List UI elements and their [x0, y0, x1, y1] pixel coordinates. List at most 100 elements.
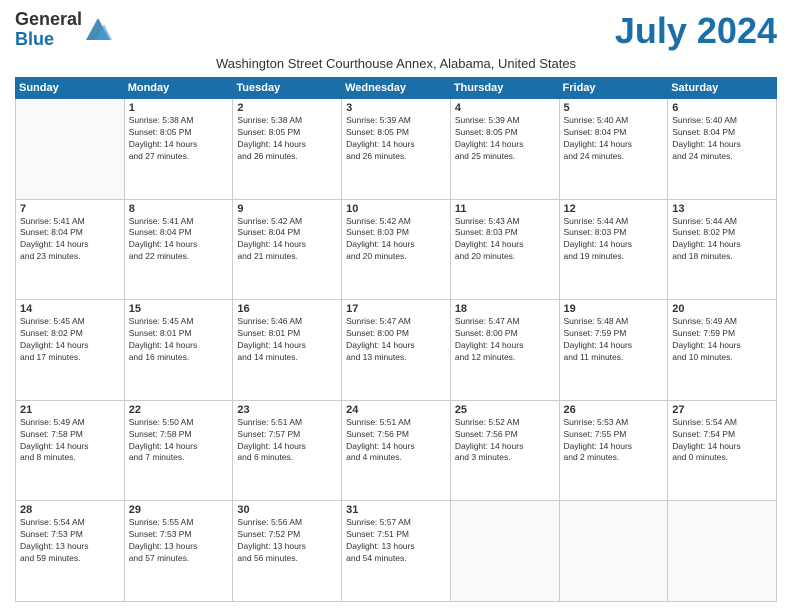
- day-info: Sunrise: 5:50 AM Sunset: 7:58 PM Dayligh…: [129, 417, 229, 465]
- day-info: Sunrise: 5:47 AM Sunset: 8:00 PM Dayligh…: [455, 316, 555, 364]
- table-row: 30Sunrise: 5:56 AM Sunset: 7:52 PM Dayli…: [233, 501, 342, 602]
- day-info: Sunrise: 5:44 AM Sunset: 8:02 PM Dayligh…: [672, 216, 772, 264]
- table-row: 27Sunrise: 5:54 AM Sunset: 7:54 PM Dayli…: [668, 400, 777, 501]
- calendar-table: Sunday Monday Tuesday Wednesday Thursday…: [15, 77, 777, 602]
- table-row: 19Sunrise: 5:48 AM Sunset: 7:59 PM Dayli…: [559, 300, 668, 401]
- day-info: Sunrise: 5:45 AM Sunset: 8:02 PM Dayligh…: [20, 316, 120, 364]
- day-number: 7: [20, 203, 120, 215]
- day-number: 10: [346, 203, 446, 215]
- table-row: 4Sunrise: 5:39 AM Sunset: 8:05 PM Daylig…: [450, 99, 559, 200]
- day-number: 9: [237, 203, 337, 215]
- table-row: 24Sunrise: 5:51 AM Sunset: 7:56 PM Dayli…: [342, 400, 451, 501]
- day-number: 23: [237, 404, 337, 416]
- table-row: [450, 501, 559, 602]
- day-info: Sunrise: 5:51 AM Sunset: 7:57 PM Dayligh…: [237, 417, 337, 465]
- table-row: 15Sunrise: 5:45 AM Sunset: 8:01 PM Dayli…: [124, 300, 233, 401]
- day-number: 3: [346, 102, 446, 114]
- table-row: 23Sunrise: 5:51 AM Sunset: 7:57 PM Dayli…: [233, 400, 342, 501]
- table-row: 31Sunrise: 5:57 AM Sunset: 7:51 PM Dayli…: [342, 501, 451, 602]
- day-number: 22: [129, 404, 229, 416]
- col-wednesday: Wednesday: [342, 78, 451, 99]
- table-row: 17Sunrise: 5:47 AM Sunset: 8:00 PM Dayli…: [342, 300, 451, 401]
- table-row: 5Sunrise: 5:40 AM Sunset: 8:04 PM Daylig…: [559, 99, 668, 200]
- day-info: Sunrise: 5:49 AM Sunset: 7:58 PM Dayligh…: [20, 417, 120, 465]
- table-row: 8Sunrise: 5:41 AM Sunset: 8:04 PM Daylig…: [124, 199, 233, 300]
- day-info: Sunrise: 5:49 AM Sunset: 7:59 PM Dayligh…: [672, 316, 772, 364]
- day-info: Sunrise: 5:39 AM Sunset: 8:05 PM Dayligh…: [455, 115, 555, 163]
- day-number: 13: [672, 203, 772, 215]
- logo: General Blue: [15, 10, 112, 50]
- table-row: 28Sunrise: 5:54 AM Sunset: 7:53 PM Dayli…: [16, 501, 125, 602]
- day-info: Sunrise: 5:46 AM Sunset: 8:01 PM Dayligh…: [237, 316, 337, 364]
- table-row: 21Sunrise: 5:49 AM Sunset: 7:58 PM Dayli…: [16, 400, 125, 501]
- day-info: Sunrise: 5:41 AM Sunset: 8:04 PM Dayligh…: [20, 216, 120, 264]
- day-number: 28: [20, 504, 120, 516]
- table-row: 10Sunrise: 5:42 AM Sunset: 8:03 PM Dayli…: [342, 199, 451, 300]
- table-row: [16, 99, 125, 200]
- day-number: 20: [672, 303, 772, 315]
- day-number: 2: [237, 102, 337, 114]
- day-info: Sunrise: 5:45 AM Sunset: 8:01 PM Dayligh…: [129, 316, 229, 364]
- day-info: Sunrise: 5:40 AM Sunset: 8:04 PM Dayligh…: [564, 115, 664, 163]
- table-row: [668, 501, 777, 602]
- logo-blue: Blue: [15, 29, 54, 49]
- day-number: 4: [455, 102, 555, 114]
- calendar-week-row: 14Sunrise: 5:45 AM Sunset: 8:02 PM Dayli…: [16, 300, 777, 401]
- calendar-week-row: 1Sunrise: 5:38 AM Sunset: 8:05 PM Daylig…: [16, 99, 777, 200]
- table-row: 26Sunrise: 5:53 AM Sunset: 7:55 PM Dayli…: [559, 400, 668, 501]
- day-number: 12: [564, 203, 664, 215]
- day-info: Sunrise: 5:51 AM Sunset: 7:56 PM Dayligh…: [346, 417, 446, 465]
- day-info: Sunrise: 5:42 AM Sunset: 8:04 PM Dayligh…: [237, 216, 337, 264]
- table-row: [559, 501, 668, 602]
- table-row: 14Sunrise: 5:45 AM Sunset: 8:02 PM Dayli…: [16, 300, 125, 401]
- table-row: 12Sunrise: 5:44 AM Sunset: 8:03 PM Dayli…: [559, 199, 668, 300]
- col-monday: Monday: [124, 78, 233, 99]
- table-row: 2Sunrise: 5:38 AM Sunset: 8:05 PM Daylig…: [233, 99, 342, 200]
- day-number: 27: [672, 404, 772, 416]
- table-row: 22Sunrise: 5:50 AM Sunset: 7:58 PM Dayli…: [124, 400, 233, 501]
- day-info: Sunrise: 5:54 AM Sunset: 7:53 PM Dayligh…: [20, 517, 120, 565]
- day-number: 15: [129, 303, 229, 315]
- table-row: 25Sunrise: 5:52 AM Sunset: 7:56 PM Dayli…: [450, 400, 559, 501]
- day-info: Sunrise: 5:47 AM Sunset: 8:00 PM Dayligh…: [346, 316, 446, 364]
- col-tuesday: Tuesday: [233, 78, 342, 99]
- day-info: Sunrise: 5:38 AM Sunset: 8:05 PM Dayligh…: [129, 115, 229, 163]
- table-row: 3Sunrise: 5:39 AM Sunset: 8:05 PM Daylig…: [342, 99, 451, 200]
- day-info: Sunrise: 5:48 AM Sunset: 7:59 PM Dayligh…: [564, 316, 664, 364]
- day-number: 29: [129, 504, 229, 516]
- page-title: July 2024: [615, 10, 777, 52]
- day-number: 17: [346, 303, 446, 315]
- day-info: Sunrise: 5:43 AM Sunset: 8:03 PM Dayligh…: [455, 216, 555, 264]
- day-number: 5: [564, 102, 664, 114]
- day-info: Sunrise: 5:53 AM Sunset: 7:55 PM Dayligh…: [564, 417, 664, 465]
- day-number: 30: [237, 504, 337, 516]
- calendar-week-row: 7Sunrise: 5:41 AM Sunset: 8:04 PM Daylig…: [16, 199, 777, 300]
- day-number: 11: [455, 203, 555, 215]
- day-number: 25: [455, 404, 555, 416]
- day-info: Sunrise: 5:42 AM Sunset: 8:03 PM Dayligh…: [346, 216, 446, 264]
- table-row: 9Sunrise: 5:42 AM Sunset: 8:04 PM Daylig…: [233, 199, 342, 300]
- table-row: 20Sunrise: 5:49 AM Sunset: 7:59 PM Dayli…: [668, 300, 777, 401]
- calendar-week-row: 28Sunrise: 5:54 AM Sunset: 7:53 PM Dayli…: [16, 501, 777, 602]
- day-info: Sunrise: 5:38 AM Sunset: 8:05 PM Dayligh…: [237, 115, 337, 163]
- calendar-week-row: 21Sunrise: 5:49 AM Sunset: 7:58 PM Dayli…: [16, 400, 777, 501]
- calendar-header-row: Sunday Monday Tuesday Wednesday Thursday…: [16, 78, 777, 99]
- day-number: 24: [346, 404, 446, 416]
- day-info: Sunrise: 5:57 AM Sunset: 7:51 PM Dayligh…: [346, 517, 446, 565]
- day-number: 16: [237, 303, 337, 315]
- day-info: Sunrise: 5:54 AM Sunset: 7:54 PM Dayligh…: [672, 417, 772, 465]
- logo-general: General: [15, 9, 82, 29]
- table-row: 7Sunrise: 5:41 AM Sunset: 8:04 PM Daylig…: [16, 199, 125, 300]
- day-number: 19: [564, 303, 664, 315]
- col-friday: Friday: [559, 78, 668, 99]
- table-row: 13Sunrise: 5:44 AM Sunset: 8:02 PM Dayli…: [668, 199, 777, 300]
- table-row: 18Sunrise: 5:47 AM Sunset: 8:00 PM Dayli…: [450, 300, 559, 401]
- table-row: 16Sunrise: 5:46 AM Sunset: 8:01 PM Dayli…: [233, 300, 342, 401]
- day-number: 1: [129, 102, 229, 114]
- day-info: Sunrise: 5:56 AM Sunset: 7:52 PM Dayligh…: [237, 517, 337, 565]
- col-saturday: Saturday: [668, 78, 777, 99]
- col-thursday: Thursday: [450, 78, 559, 99]
- col-sunday: Sunday: [16, 78, 125, 99]
- page-subtitle: Washington Street Courthouse Annex, Alab…: [15, 56, 777, 71]
- day-number: 26: [564, 404, 664, 416]
